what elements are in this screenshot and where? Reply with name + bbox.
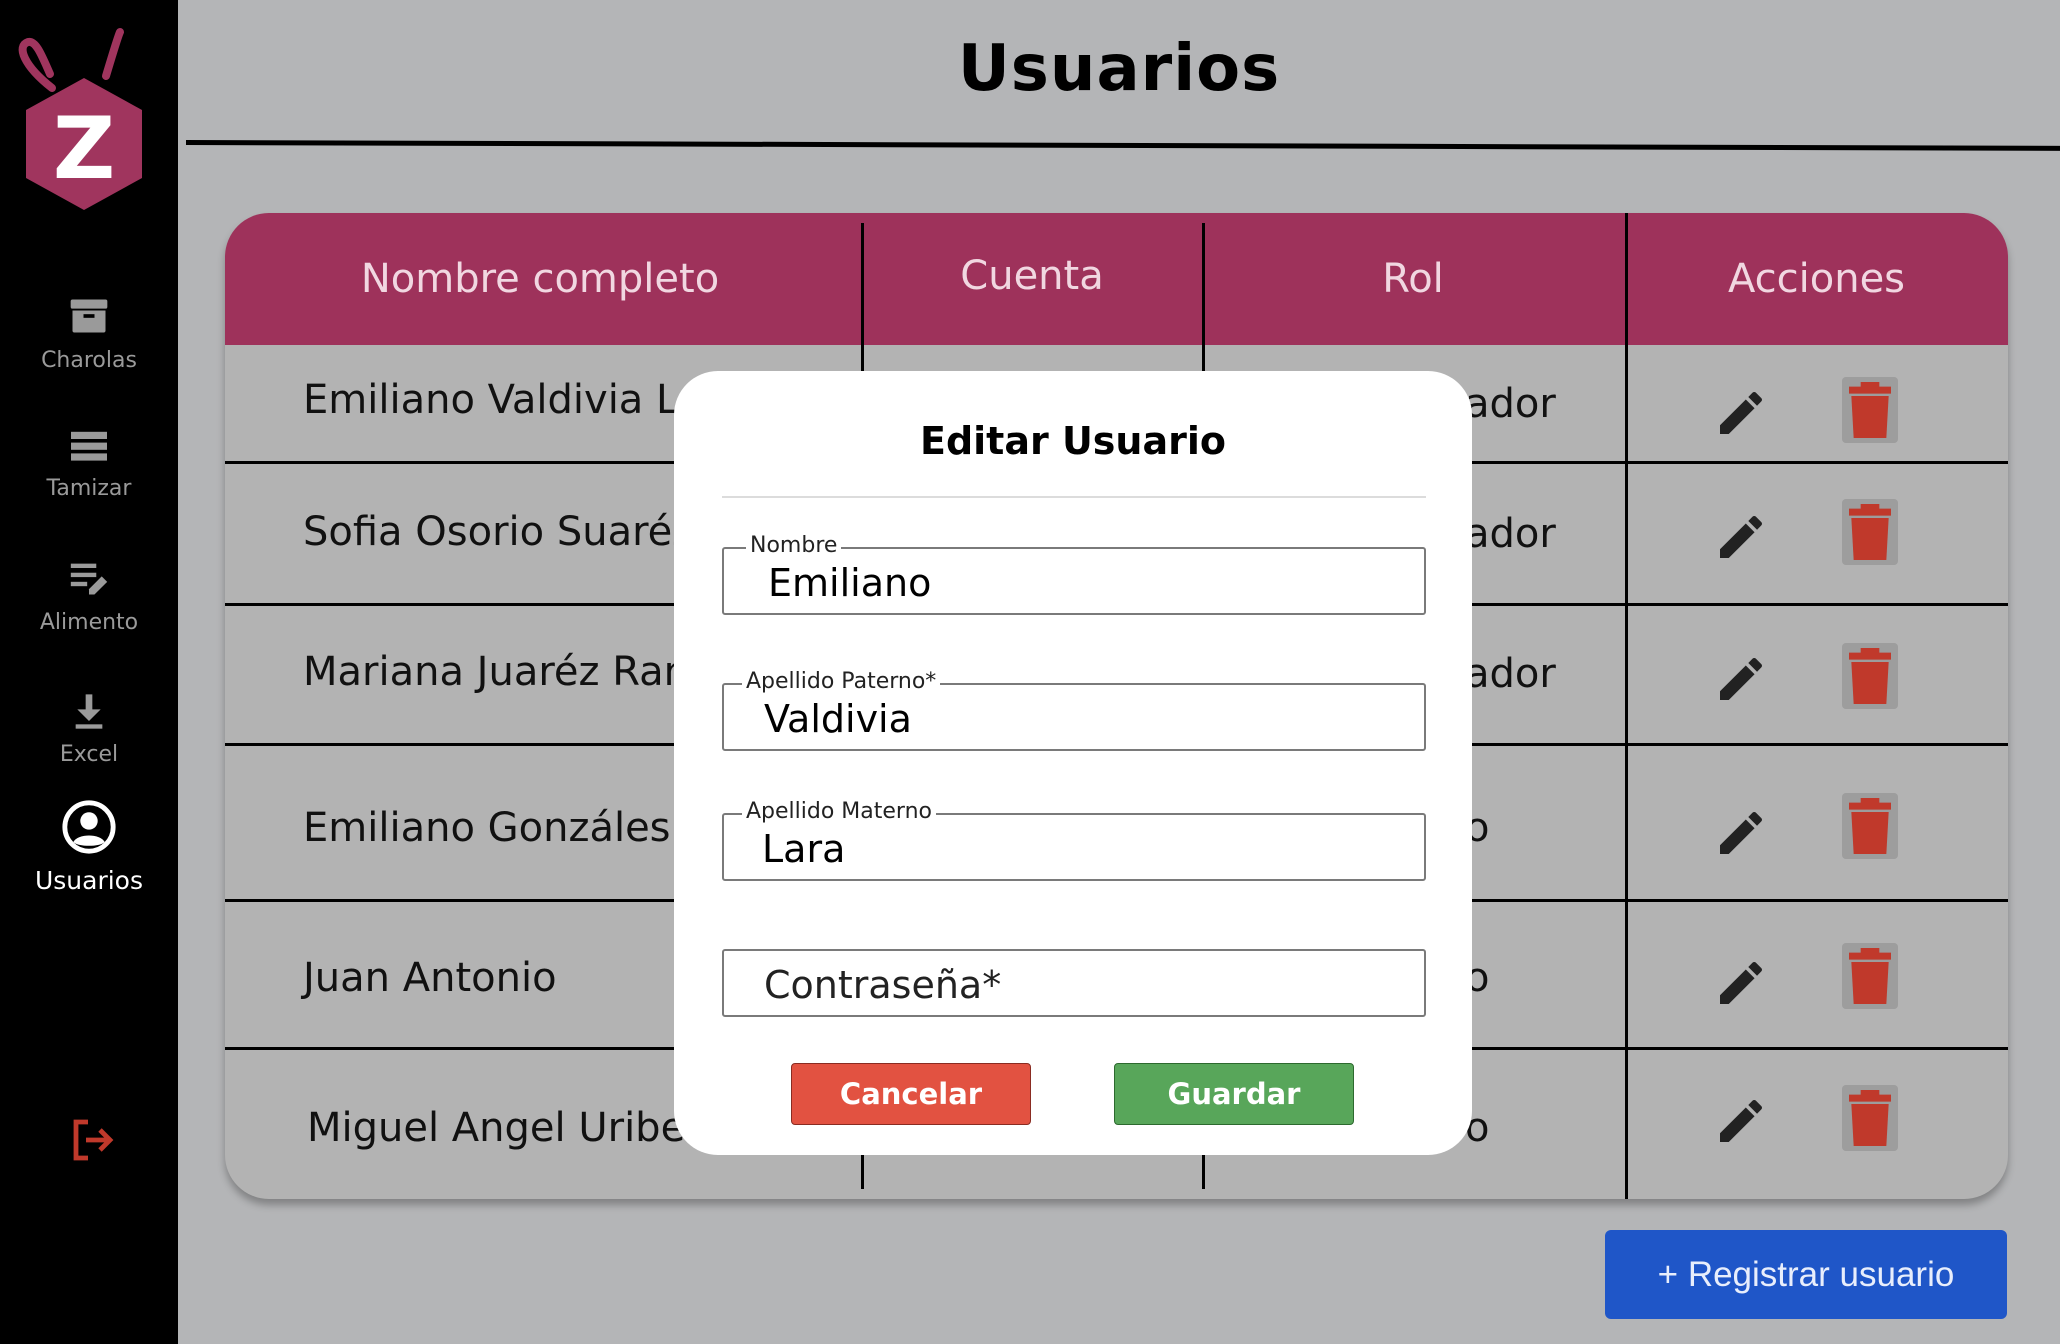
cell-rol: ador	[1465, 651, 1556, 697]
table-header: Nombre completo Cuenta Rol Acciones	[225, 213, 2008, 345]
column-header-nombre: Nombre completo	[360, 256, 720, 302]
title-divider	[185, 140, 2060, 151]
svg-text:Z: Z	[53, 99, 115, 199]
edit-user-modal: Editar Usuario Nombre Emiliano Apellido …	[674, 371, 1472, 1155]
edit-note-icon	[70, 563, 108, 595]
cell-name: Miguel Angel Uribe	[307, 1105, 686, 1151]
modal-title: Editar Usuario	[919, 419, 1226, 463]
column-header-rol: Rol	[1382, 256, 1444, 302]
sidebar-item-label: Excel	[59, 742, 119, 767]
modal-divider	[722, 496, 1426, 498]
edit-icon[interactable]	[1713, 651, 1769, 707]
field-label: Apellido Materno	[742, 799, 936, 825]
sidebar-item-usuarios[interactable]: Usuarios	[0, 798, 178, 895]
edit-icon[interactable]	[1713, 805, 1769, 861]
page-title: Usuarios	[957, 32, 1281, 106]
logout-icon[interactable]	[68, 1116, 116, 1164]
edit-icon[interactable]	[1713, 1093, 1769, 1149]
cancel-button[interactable]: Cancelar	[791, 1063, 1031, 1125]
sidebar-item-alimento[interactable]: Alimento	[0, 560, 178, 635]
sidebar-item-tamizar[interactable]: Tamizar	[0, 430, 178, 501]
delete-icon[interactable]	[1842, 793, 1898, 859]
cell-name: Emiliano Valdivia La	[303, 377, 703, 423]
edit-icon[interactable]	[1713, 385, 1769, 441]
field-value: Lara	[762, 827, 846, 871]
column-divider	[1625, 213, 1628, 1199]
delete-icon[interactable]	[1842, 499, 1898, 565]
sidebar-item-label: Alimento	[39, 610, 139, 635]
sidebar-item-label: Tamizar	[46, 476, 132, 501]
sidebar: Z Charolas Tamizar Alimento Excel Usuari…	[0, 0, 178, 1344]
cell-name: Sofia Osorio Suaréz	[303, 509, 694, 555]
delete-icon[interactable]	[1842, 943, 1898, 1009]
edit-icon[interactable]	[1713, 955, 1769, 1011]
cell-name: Mariana Juaréz Ran	[303, 649, 689, 695]
list-icon	[71, 431, 107, 461]
delete-icon[interactable]	[1842, 1085, 1898, 1151]
cell-name: Juan Antonio	[303, 955, 557, 1001]
column-header-acciones: Acciones	[1727, 256, 1906, 302]
register-user-button[interactable]: + Registrar usuario	[1605, 1230, 2007, 1319]
archive-icon	[70, 299, 108, 333]
sidebar-item-charolas[interactable]: Charolas	[0, 294, 178, 373]
field-label: Nombre	[746, 533, 842, 559]
delete-icon[interactable]	[1842, 377, 1898, 443]
column-header-cuenta: Cuenta	[960, 253, 1104, 299]
field-label: Apellido Paterno*	[742, 669, 941, 695]
nombre-field[interactable]: Nombre Emiliano	[722, 533, 1426, 615]
cell-rol: ador	[1465, 511, 1556, 557]
field-value: Emiliano	[768, 561, 932, 605]
save-button[interactable]: Guardar	[1114, 1063, 1354, 1125]
apellido-paterno-field[interactable]: Apellido Paterno* Valdivia	[722, 669, 1426, 751]
password-field[interactable]: Contraseña*	[722, 949, 1426, 1017]
sidebar-item-label: Usuarios	[34, 866, 144, 895]
sidebar-item-label: Charolas	[41, 348, 137, 373]
logo: Z	[18, 28, 142, 210]
edit-icon[interactable]	[1713, 509, 1769, 565]
delete-icon[interactable]	[1842, 643, 1898, 709]
apellido-materno-field[interactable]: Apellido Materno Lara	[722, 799, 1426, 881]
cell-rol: ador	[1465, 381, 1556, 427]
field-placeholder: Contraseña*	[764, 963, 1002, 1007]
account-circle-icon	[62, 800, 116, 854]
cell-name: Emiliano Gonzáles	[303, 805, 671, 851]
field-value: Valdivia	[764, 697, 912, 741]
download-icon	[75, 694, 103, 729]
sidebar-item-excel[interactable]: Excel	[0, 690, 178, 767]
